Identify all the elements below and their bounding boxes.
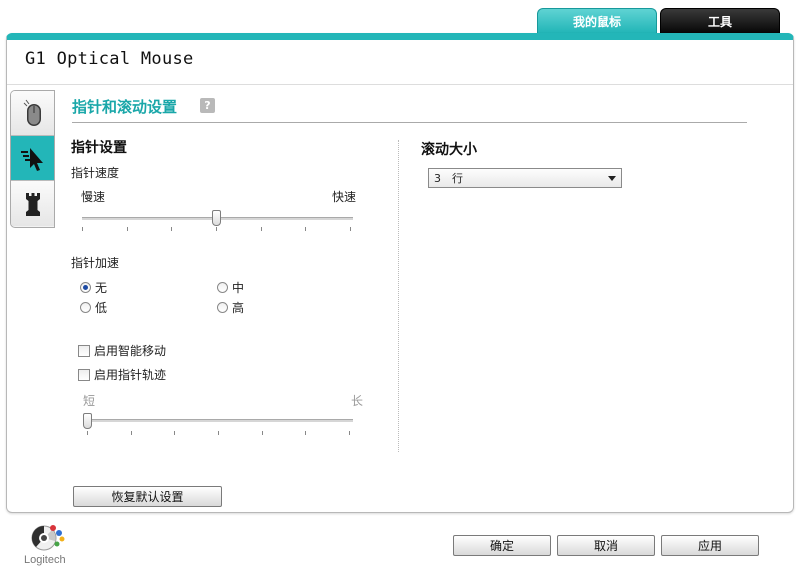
device-title: G1 Optical Mouse <box>25 49 194 69</box>
slider-tick <box>349 431 350 435</box>
ok-button[interactable]: 确定 <box>453 535 551 556</box>
slider-tick <box>262 431 263 435</box>
slider-tick <box>218 431 219 435</box>
radio-button[interactable] <box>80 302 91 313</box>
speed-slow-label: 慢速 <box>81 190 106 204</box>
accel-low-label: 低 <box>95 301 108 315</box>
pointer-speed-icon <box>20 148 43 171</box>
logo-text: Logitech <box>24 554 66 566</box>
dropdown-arrow-icon <box>608 176 616 181</box>
section-divider <box>72 122 747 123</box>
side-tab-pointer[interactable] <box>11 136 54 181</box>
slider-tick <box>305 227 306 231</box>
side-tabs <box>10 90 55 228</box>
radio-selected-dot <box>83 285 88 290</box>
accel-high-label: 高 <box>232 301 245 315</box>
speed-fast-label: 快速 <box>332 190 357 204</box>
accel-medium-label: 中 <box>232 281 245 295</box>
trail-slider-thumb[interactable] <box>83 413 92 429</box>
scroll-size-dropdown[interactable]: 3 行 <box>428 168 622 188</box>
side-tab-game[interactable] <box>11 181 54 226</box>
tab-tools-label: 工具 <box>707 15 732 29</box>
speed-slider-thumb[interactable] <box>212 210 221 226</box>
accel-radio-none[interactable]: 无 <box>80 279 107 296</box>
mouse-icon <box>23 99 41 126</box>
smart-move-checkbox[interactable]: 启用智能移动 <box>78 342 166 359</box>
smart-move-label: 启用智能移动 <box>94 344 167 358</box>
pointer-speed-label: 指针速度 <box>71 166 120 180</box>
accel-radio-high[interactable]: 高 <box>217 299 244 316</box>
tab-tools[interactable]: 工具 <box>660 8 780 34</box>
accel-none-label: 无 <box>95 281 108 295</box>
slider-tick <box>261 227 262 231</box>
checkbox[interactable] <box>78 368 90 381</box>
scroll-size-value: 3 行 <box>434 172 463 185</box>
tab-my-mouse[interactable]: 我的鼠标 <box>537 8 657 34</box>
radio-button[interactable] <box>217 302 228 313</box>
checkbox[interactable] <box>78 344 90 357</box>
slider-tick <box>171 227 172 231</box>
accel-radio-low[interactable]: 低 <box>80 299 107 316</box>
accel-radio-medium[interactable]: 中 <box>217 279 244 296</box>
logitech-logo-icon <box>31 525 65 551</box>
apply-button[interactable]: 应用 <box>661 535 759 556</box>
pointer-settings-heading: 指针设置 <box>71 140 127 156</box>
trail-slider-track <box>83 419 353 422</box>
slider-tick <box>131 431 132 435</box>
slider-tick <box>305 431 306 435</box>
main-panel: G1 Optical Mouse 指针和滚动设置 ? 指针设置 指针速度 慢速 … <box>6 33 794 513</box>
pointer-trails-label: 启用指针轨迹 <box>94 368 167 382</box>
slider-tick <box>87 431 88 435</box>
slider-tick <box>350 227 351 231</box>
trail-long-label: 长 <box>351 394 364 408</box>
slider-tick <box>82 227 83 231</box>
radio-button[interactable] <box>217 282 228 293</box>
restore-defaults-button[interactable]: 恢复默认设置 <box>73 486 222 507</box>
pointer-trails-checkbox[interactable]: 启用指针轨迹 <box>78 366 166 383</box>
help-icon[interactable]: ? <box>200 98 215 113</box>
slider-tick <box>216 227 217 231</box>
scroll-size-heading: 滚动大小 <box>421 142 477 158</box>
section-title: 指针和滚动设置 <box>72 98 178 116</box>
title-divider <box>7 84 793 85</box>
slider-tick <box>127 227 128 231</box>
side-tab-mouse-buttons[interactable] <box>11 91 54 136</box>
trail-short-label: 短 <box>83 394 96 408</box>
tab-my-mouse-label: 我的鼠标 <box>572 15 621 29</box>
logitech-logo: Logitech <box>24 522 79 572</box>
pointer-accel-label: 指针加速 <box>71 256 120 270</box>
column-divider <box>398 140 399 452</box>
slider-tick <box>174 431 175 435</box>
radio-button[interactable] <box>80 282 91 293</box>
cancel-button[interactable]: 取消 <box>557 535 655 556</box>
chess-rook-icon <box>25 192 40 216</box>
